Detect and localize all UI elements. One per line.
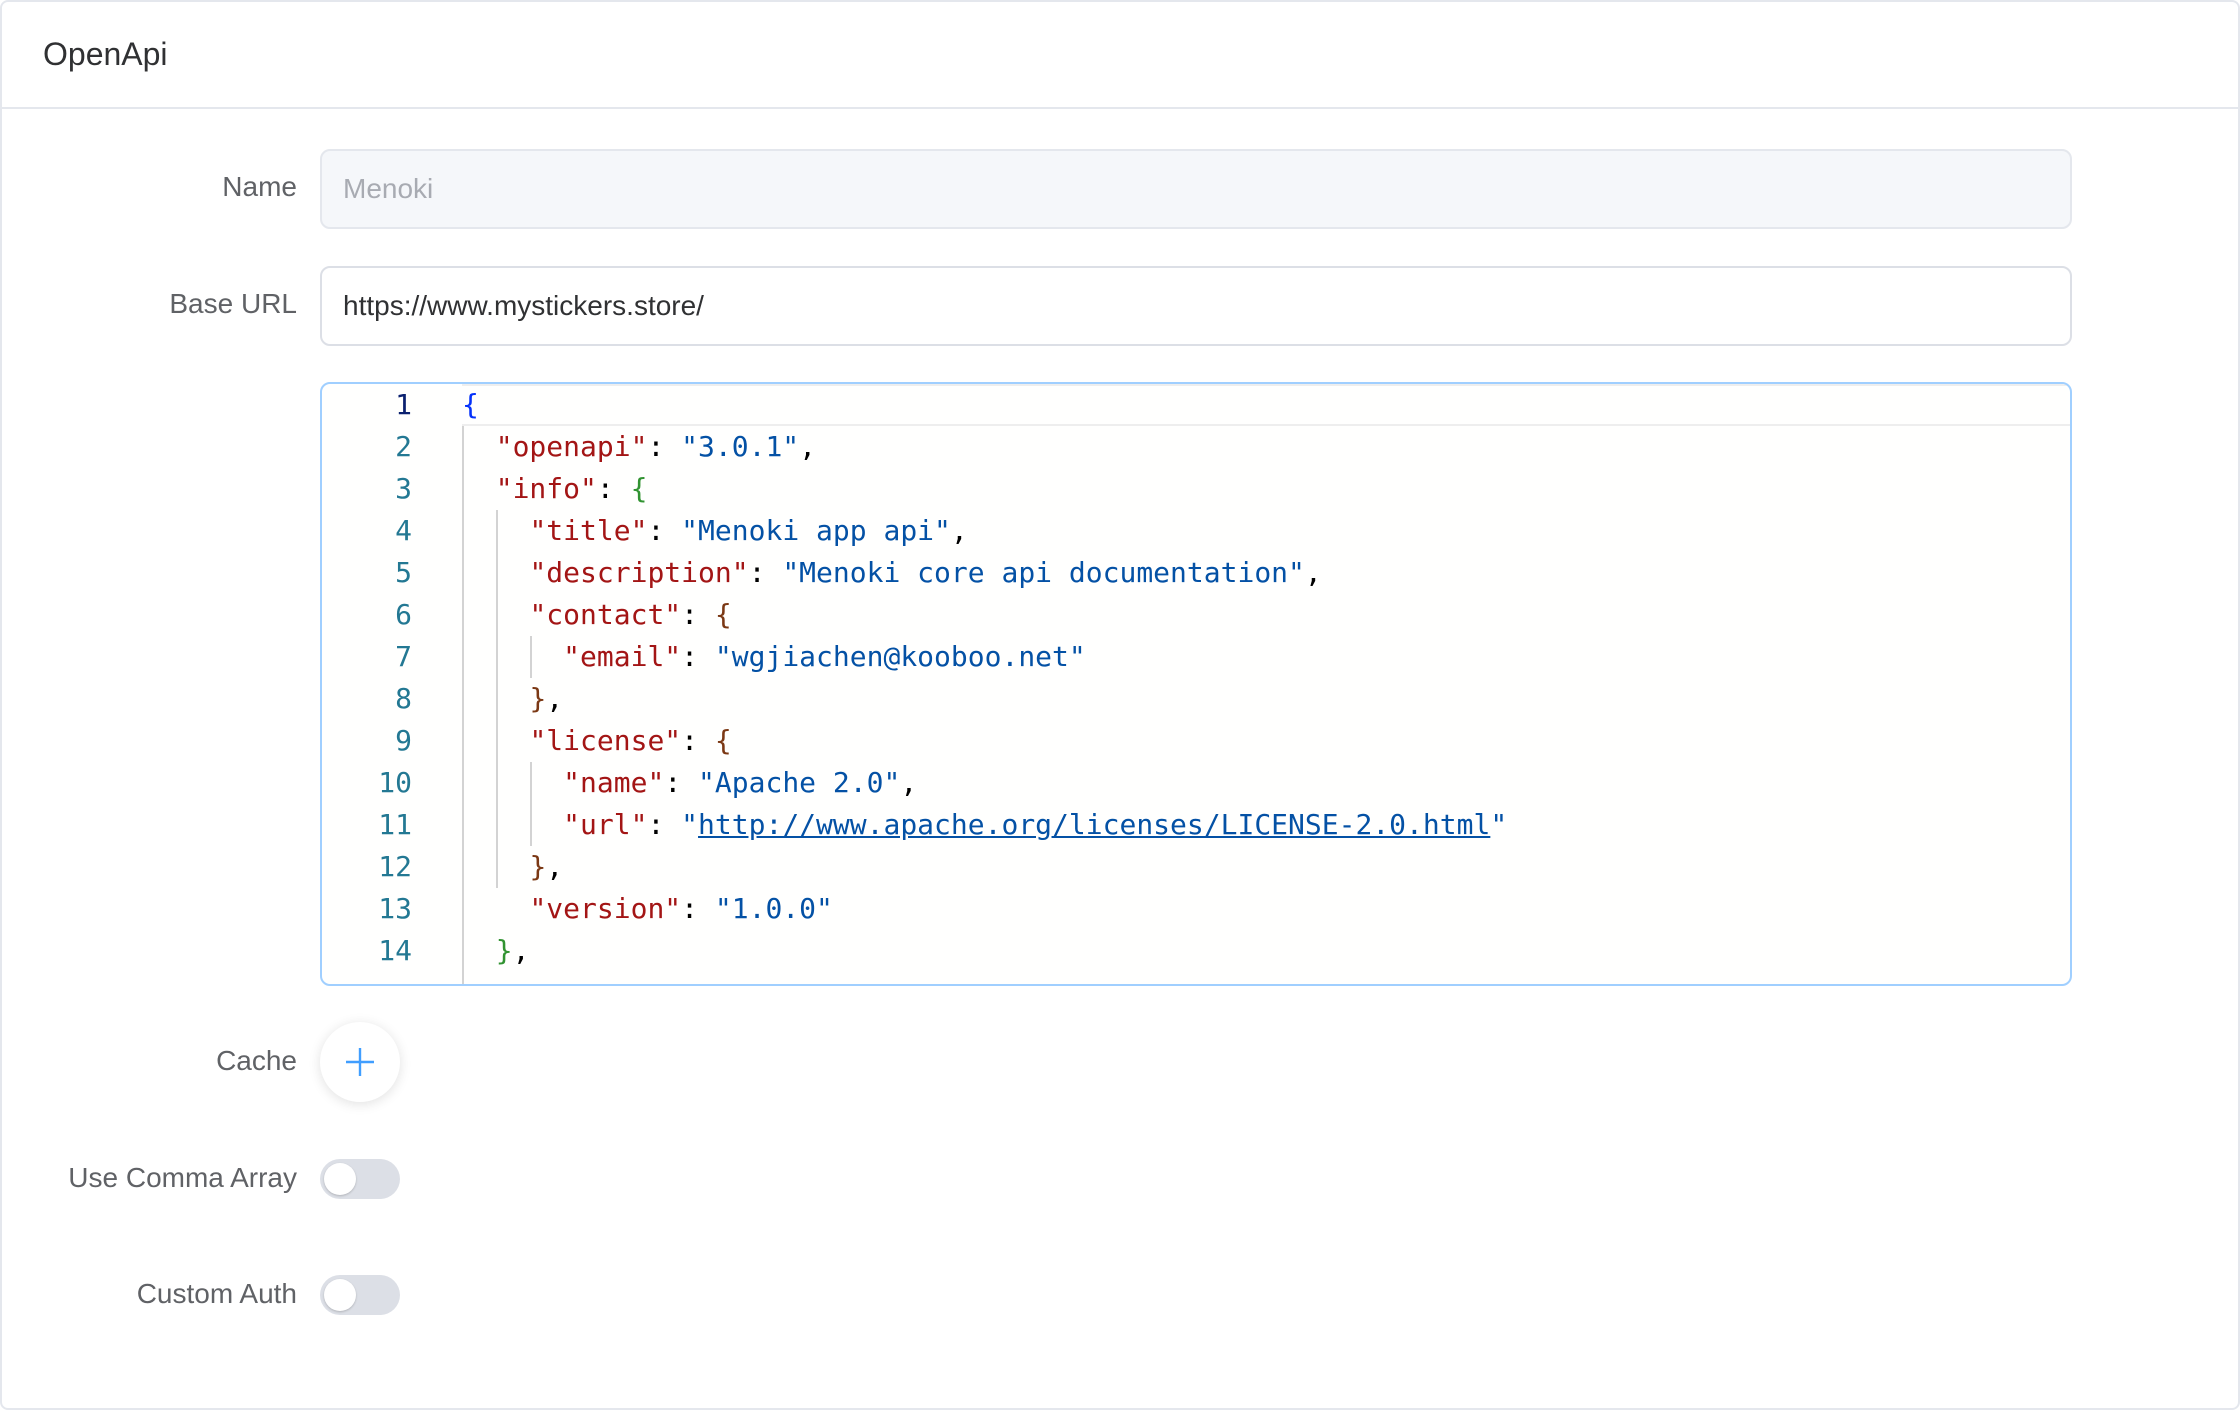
use-comma-array-switch[interactable] [320,1159,400,1199]
custom-auth-label: Custom Auth [136,1278,297,1309]
base-url-row: Base URL https://www.mystickers.store/ [2,266,2240,346]
line-number: 2 [395,430,412,463]
switch-knob [324,1163,356,1195]
code-line: }, [495,934,530,967]
license-url-link[interactable]: http://www.apache.org/licenses/LICENSE-2… [698,808,1490,841]
line-number: 14 [378,934,412,967]
line-number: 3 [395,472,412,505]
code-line: "version": "1.0.0" [529,892,833,925]
code-line: "contact": { [529,598,732,631]
name-input[interactable]: Menoki [320,149,2072,229]
line-number: 7 [395,640,412,673]
switch-knob [324,1279,356,1311]
card-header: OpenApi [2,2,2238,109]
code-line: "name": "Apache 2.0", [563,766,918,799]
code-line: "license": { [529,724,732,757]
code-line: }, [529,682,564,715]
openapi-json-editor[interactable]: 1 2 3 4 5 6 7 8 9 10 11 12 13 14 { "open… [320,382,2072,986]
code-line: "openapi": "3.0.1", [495,430,817,463]
line-number: 11 [378,808,412,841]
line-number: 5 [395,556,412,589]
line-number: 1 [395,388,412,421]
code-line: }, [529,850,564,883]
name-row: Name Menoki [2,149,2240,229]
cache-label: Cache [216,1045,297,1076]
name-input-value: Menoki [343,173,434,204]
use-comma-array-label: Use Comma Array [68,1162,297,1193]
name-label: Name [222,171,297,202]
code-line: "info": { [495,472,648,505]
base-url-input-value: https://www.mystickers.store/ [343,290,704,321]
custom-auth-switch[interactable] [320,1275,400,1315]
code-line: "description": "Menoki core api document… [529,556,1322,589]
editor-code-area[interactable]: { "openapi": "3.0.1", "info": { "title":… [462,384,2070,984]
line-number: 6 [395,598,412,631]
code-line: "url": "http://www.apache.org/licenses/L… [563,808,1508,841]
base-url-label: Base URL [169,288,297,319]
editor-gutter: 1 2 3 4 5 6 7 8 9 10 11 12 13 14 [322,384,462,984]
card-title: OpenApi [43,36,168,72]
line-number: 13 [378,892,412,925]
line-number: 8 [395,682,412,715]
openapi-card: OpenApi Name Menoki Base URL https://www… [0,0,2240,1410]
cache-add-button[interactable] [320,1022,400,1102]
line-number: 9 [395,724,412,757]
plus-icon [346,1048,374,1076]
line-number: 10 [378,766,412,799]
code-line: { [462,384,2070,426]
code-line: "email": "wgjiachen@kooboo.net" [563,640,1086,673]
line-number: 12 [378,850,412,883]
base-url-input[interactable]: https://www.mystickers.store/ [320,266,2072,346]
line-number: 4 [395,514,412,547]
code-line: "title": "Menoki app api", [529,514,968,547]
